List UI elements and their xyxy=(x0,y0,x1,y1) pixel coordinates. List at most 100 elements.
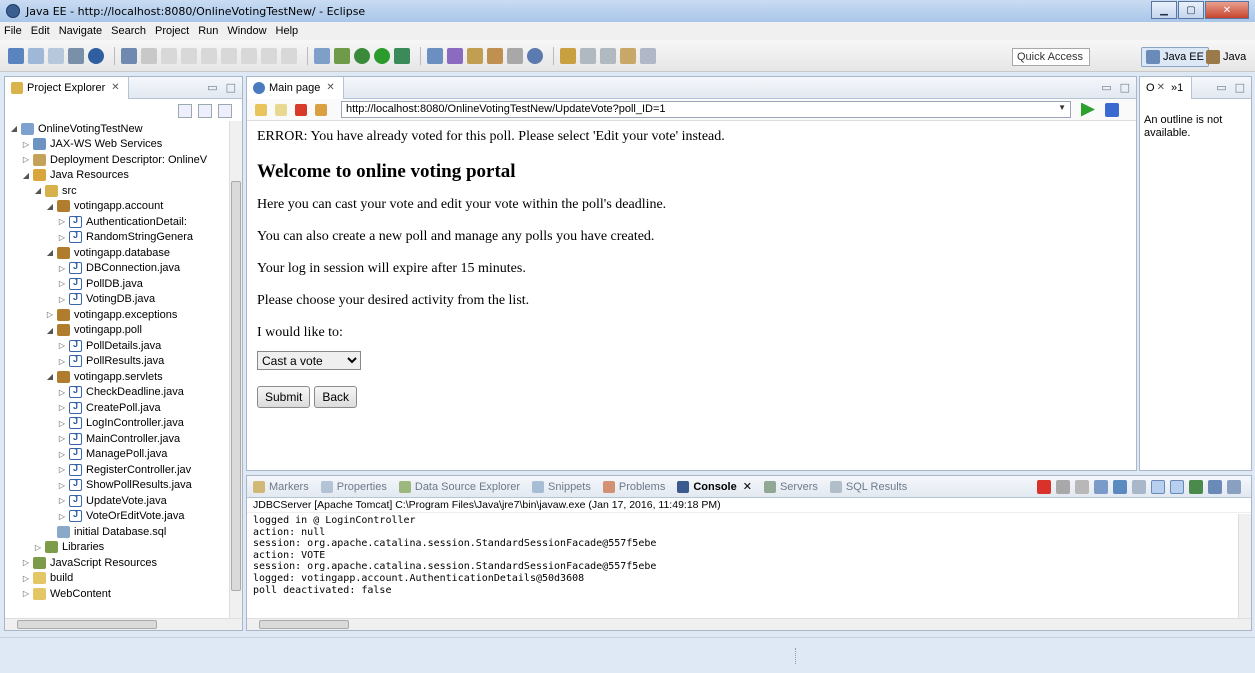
menu-run[interactable]: Run xyxy=(198,25,218,37)
tree-item[interactable]: ◢ votingapp.database xyxy=(5,245,228,261)
collapsed-arrow-icon[interactable]: ▷ xyxy=(57,217,67,226)
new-server-icon[interactable] xyxy=(334,47,350,64)
tree-item[interactable]: ▷ LogInController.java xyxy=(5,416,228,432)
maximize-view-icon[interactable]: □ xyxy=(1120,81,1130,94)
tab-data-source-explorer[interactable]: Data Source Explorer xyxy=(393,476,526,498)
tree-item[interactable]: ▷ JAX-WS Web Services xyxy=(5,137,228,153)
tree-item[interactable]: ▷ AuthenticationDetail: xyxy=(5,214,228,230)
tree-item[interactable]: ▷ VoteOrEditVote.java xyxy=(5,509,228,525)
pin-console-icon[interactable] xyxy=(1189,480,1203,494)
minimize-view-icon[interactable]: ▭ xyxy=(1101,81,1111,94)
external-tools-icon[interactable] xyxy=(394,47,410,64)
tree-item[interactable]: ◢ votingapp.poll xyxy=(5,323,228,339)
tree-item[interactable]: ◢ src xyxy=(5,183,228,199)
tree-item[interactable]: ▷ RandomStringGenera xyxy=(5,230,228,246)
close-tab-icon[interactable]: ✕ xyxy=(743,480,752,493)
submit-button[interactable]: Submit xyxy=(257,386,311,408)
collapsed-arrow-icon[interactable]: ▷ xyxy=(57,388,67,397)
tree-item[interactable]: ▷ CheckDeadline.java xyxy=(5,385,228,401)
save-icon[interactable] xyxy=(28,47,44,64)
collapsed-arrow-icon[interactable]: ▷ xyxy=(45,310,55,319)
new-icon[interactable] xyxy=(8,47,24,64)
collapsed-arrow-icon[interactable]: ▷ xyxy=(57,434,67,443)
annotation-icon[interactable] xyxy=(560,47,576,64)
use-step-filters-icon[interactable] xyxy=(314,47,330,64)
collapsed-arrow-icon[interactable]: ▷ xyxy=(57,264,67,273)
terminate-icon[interactable] xyxy=(1037,480,1051,494)
collapsed-arrow-icon[interactable]: ▷ xyxy=(21,558,31,567)
maximize-view-icon[interactable]: □ xyxy=(1235,81,1245,94)
close-icon[interactable]: ✕ xyxy=(1205,1,1249,19)
expanded-arrow-icon[interactable]: ◢ xyxy=(33,186,43,195)
tree-item[interactable]: ◢ votingapp.servlets xyxy=(5,369,228,385)
collapsed-arrow-icon[interactable]: ▷ xyxy=(57,512,67,521)
expanded-arrow-icon[interactable]: ◢ xyxy=(45,248,55,257)
display-selected-console-icon[interactable] xyxy=(1208,480,1222,494)
remove-launch-icon[interactable] xyxy=(1056,480,1070,494)
show-on-stdout-icon[interactable] xyxy=(1151,480,1165,494)
collapsed-arrow-icon[interactable]: ▷ xyxy=(57,233,67,242)
more-tabs-indicator[interactable]: »1 xyxy=(1171,82,1183,94)
close-tab-icon[interactable]: ✕ xyxy=(326,82,334,93)
open-task-icon[interactable] xyxy=(487,47,503,64)
tab-console[interactable]: Console ✕ xyxy=(671,476,758,498)
step-over-icon[interactable] xyxy=(261,47,277,64)
tree-item[interactable]: ▷ Deployment Descriptor: OnlineV xyxy=(5,152,228,168)
back-icon[interactable] xyxy=(620,47,636,64)
show-on-stderr-icon[interactable] xyxy=(1170,480,1184,494)
scrollbar-thumb[interactable] xyxy=(231,181,241,591)
open-type-icon[interactable] xyxy=(467,47,483,64)
tree-item[interactable]: ▷ PollDetails.java xyxy=(5,338,228,354)
perspective-java-ee[interactable]: Java EE xyxy=(1141,47,1209,67)
tab-snippets[interactable]: Snippets xyxy=(526,476,597,498)
refresh-icon[interactable] xyxy=(315,103,327,116)
link-with-editor-icon[interactable] xyxy=(198,104,212,118)
menu-help[interactable]: Help xyxy=(276,25,299,37)
url-input[interactable]: http://localhost:8080/OnlineVotingTestNe… xyxy=(341,101,1071,118)
menu-search[interactable]: Search xyxy=(111,25,146,37)
tree-item[interactable]: ◢ OnlineVotingTestNew xyxy=(5,121,228,137)
collapsed-arrow-icon[interactable]: ▷ xyxy=(57,341,67,350)
view-menu-icon[interactable] xyxy=(218,104,232,118)
collapsed-arrow-icon[interactable]: ▷ xyxy=(57,403,67,412)
chevron-down-icon[interactable]: ▼ xyxy=(1058,103,1066,112)
open-console-icon[interactable] xyxy=(1227,480,1241,494)
scrollbar-thumb[interactable] xyxy=(17,620,157,629)
remove-all-terminated-icon[interactable] xyxy=(1075,480,1089,494)
step-into-icon[interactable] xyxy=(241,47,257,64)
maximize-icon[interactable]: ▢ xyxy=(1178,1,1204,19)
forward-icon[interactable] xyxy=(640,47,656,64)
collapsed-arrow-icon[interactable]: ▷ xyxy=(57,450,67,459)
menu-edit[interactable]: Edit xyxy=(31,25,50,37)
save-all-icon[interactable] xyxy=(48,47,64,64)
run-icon[interactable] xyxy=(374,47,390,64)
tree-item[interactable]: ◢ Java Resources xyxy=(5,168,228,184)
collapsed-arrow-icon[interactable]: ▷ xyxy=(21,155,31,164)
tree-item[interactable]: ▷ UpdateVote.java xyxy=(5,493,228,509)
tree-item[interactable]: ▷ PollResults.java xyxy=(5,354,228,370)
back-icon[interactable] xyxy=(255,103,267,116)
console-horizontal-scrollbar[interactable] xyxy=(247,618,1251,630)
step-return-icon[interactable] xyxy=(281,47,297,64)
menu-window[interactable]: Window xyxy=(227,25,266,37)
perspective-java[interactable]: Java xyxy=(1204,47,1248,67)
forward-icon[interactable] xyxy=(275,103,287,116)
tab-project-explorer[interactable]: Project Explorer ✕ xyxy=(5,76,129,99)
collapsed-arrow-icon[interactable]: ▷ xyxy=(33,543,43,552)
terminal-icon[interactable] xyxy=(121,47,137,64)
collapsed-arrow-icon[interactable]: ▷ xyxy=(57,419,67,428)
suspend-icon[interactable] xyxy=(181,47,197,64)
tree-item[interactable]: ▷ Libraries xyxy=(5,540,228,556)
expanded-arrow-icon[interactable]: ◢ xyxy=(45,202,55,211)
minimize-icon[interactable]: ▁ xyxy=(1151,1,1177,19)
collapsed-arrow-icon[interactable]: ▷ xyxy=(57,357,67,366)
tree-item[interactable]: ▷ votingapp.exceptions xyxy=(5,307,228,323)
expanded-arrow-icon[interactable]: ◢ xyxy=(45,326,55,335)
new-package-icon[interactable] xyxy=(447,47,463,64)
print-icon[interactable] xyxy=(68,47,84,64)
tree-item[interactable]: ▷ PollDB.java xyxy=(5,276,228,292)
open-external-browser-icon[interactable] xyxy=(1105,102,1119,117)
collapsed-arrow-icon[interactable]: ▷ xyxy=(21,140,31,149)
expanded-arrow-icon[interactable]: ◢ xyxy=(9,124,19,133)
pencil-icon[interactable] xyxy=(507,47,523,64)
